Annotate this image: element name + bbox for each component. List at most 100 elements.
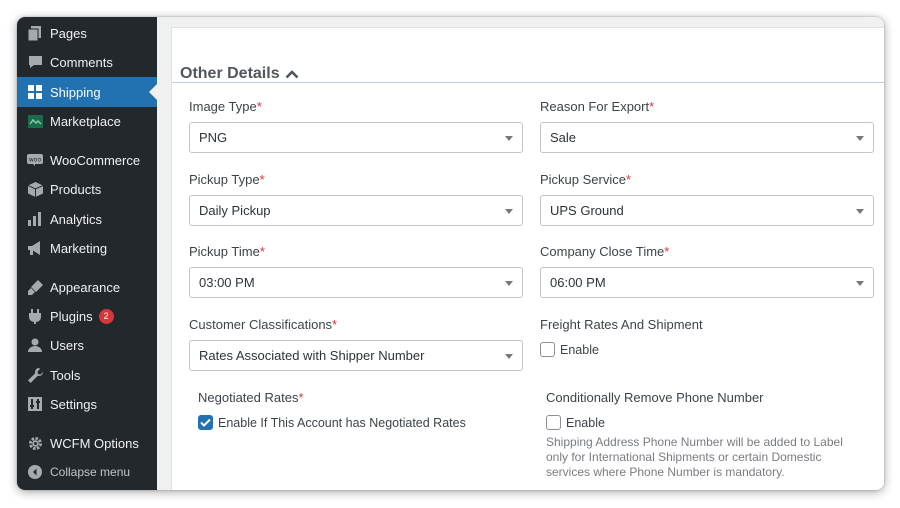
freight-rates-label: Freight Rates And Shipment bbox=[540, 317, 703, 332]
negotiated-rates-label: Negotiated Rates* bbox=[198, 390, 304, 405]
dropdown-caret-icon bbox=[856, 281, 864, 286]
dropdown-caret-icon bbox=[505, 281, 513, 286]
checkbox-label: Enable bbox=[566, 415, 605, 430]
checkbox-label: Enable If This Account has Negotiated Ra… bbox=[218, 415, 466, 430]
section-header[interactable]: Other Details bbox=[180, 65, 299, 83]
negotiated-rates-enable[interactable]: Enable If This Account has Negotiated Ra… bbox=[198, 415, 466, 430]
required-marker: * bbox=[664, 244, 670, 259]
sidebar-item-plugins[interactable]: Plugins 2 bbox=[17, 301, 157, 331]
collapse-menu-button[interactable]: Collapse menu bbox=[17, 457, 157, 487]
sidebar-item-analytics[interactable]: Analytics bbox=[17, 204, 157, 234]
sidebar-item-woocommerce[interactable]: woo WooCommerce bbox=[17, 145, 157, 175]
select-value: Rates Associated with Shipper Number bbox=[199, 348, 425, 363]
freight-rates-enable[interactable]: Enable bbox=[540, 342, 599, 357]
sidebar-item-label: Marketing bbox=[50, 240, 108, 256]
pages-icon bbox=[27, 25, 43, 41]
sidebar-item-label: Analytics bbox=[50, 211, 103, 227]
required-marker: * bbox=[256, 99, 262, 114]
sidebar-item-comments[interactable]: Comments bbox=[17, 47, 157, 77]
marketplace-icon bbox=[27, 113, 43, 129]
sidebar-item-label: Collapse menu bbox=[50, 465, 131, 479]
sidebar-item-shipping[interactable]: Shipping bbox=[17, 77, 157, 107]
products-icon bbox=[27, 181, 43, 197]
sidebar-item-tools[interactable]: Tools bbox=[17, 360, 157, 390]
customer-classifications-label: Customer Classifications* bbox=[189, 317, 338, 332]
pickup-time-label: Pickup Time* bbox=[189, 244, 265, 259]
collapse-icon bbox=[27, 464, 43, 480]
pickup-service-select[interactable]: UPS Ground bbox=[540, 195, 874, 226]
sidebar-item-label: WCFM Options bbox=[50, 435, 139, 451]
shipping-grid-icon bbox=[27, 84, 43, 100]
select-value: UPS Ground bbox=[550, 203, 624, 218]
sidebar-item-settings[interactable]: Settings bbox=[17, 389, 157, 419]
pickup-type-select[interactable]: Daily Pickup bbox=[189, 195, 523, 226]
sidebar-item-wcfm-options[interactable]: WCFM Options bbox=[17, 428, 157, 458]
sidebar-item-marketplace[interactable]: Marketplace bbox=[17, 106, 157, 136]
remove-phone-help-text: Shipping Address Phone Number will be ad… bbox=[546, 435, 866, 480]
sidebar-item-label: Products bbox=[50, 181, 102, 197]
required-marker: * bbox=[625, 172, 632, 187]
company-close-time-select[interactable]: 06:00 PM bbox=[540, 267, 874, 298]
sidebar-item-users[interactable]: Users bbox=[17, 330, 157, 360]
help-line: Shipping Address Phone Number will be ad… bbox=[546, 435, 843, 449]
sidebar-item-label: Shipping bbox=[50, 84, 101, 100]
main-content: Other Details Image Type* PNG Reason For… bbox=[157, 17, 884, 490]
image-type-label: Image Type* bbox=[189, 99, 262, 114]
required-marker: * bbox=[332, 317, 338, 332]
pickup-type-label: Pickup Type* bbox=[189, 172, 265, 187]
sidebar-item-appearance[interactable]: Appearance bbox=[17, 272, 157, 302]
customer-classifications-select[interactable]: Rates Associated with Shipper Number bbox=[189, 340, 523, 371]
reason-for-export-label: Reason For Export* bbox=[540, 99, 655, 114]
woocommerce-icon: woo bbox=[27, 152, 43, 168]
reason-for-export-select[interactable]: Sale bbox=[540, 122, 874, 153]
sidebar-item-label: WooCommerce bbox=[50, 152, 141, 168]
help-line: only for International Shipments or cert… bbox=[546, 450, 822, 464]
dropdown-caret-icon bbox=[505, 136, 513, 141]
sidebar-item-marketing[interactable]: Marketing bbox=[17, 233, 157, 263]
sidebar-item-label: Tools bbox=[50, 367, 81, 383]
sidebar-item-label: Comments bbox=[50, 54, 113, 70]
comments-icon bbox=[27, 54, 43, 70]
freight-rates-checkbox[interactable] bbox=[540, 342, 555, 357]
select-value: PNG bbox=[199, 130, 228, 145]
chevron-up-icon[interactable] bbox=[285, 69, 299, 79]
select-value: 06:00 PM bbox=[550, 275, 606, 290]
checkbox-label: Enable bbox=[560, 342, 599, 357]
dropdown-caret-icon bbox=[505, 209, 513, 214]
users-icon bbox=[27, 337, 43, 353]
svg-text:woo: woo bbox=[29, 157, 42, 164]
dropdown-caret-icon bbox=[856, 136, 864, 141]
required-marker: * bbox=[259, 172, 265, 187]
remove-phone-enable[interactable]: Enable bbox=[546, 415, 605, 430]
remove-phone-checkbox[interactable] bbox=[546, 415, 561, 430]
sidebar-item-products[interactable]: Products bbox=[17, 174, 157, 204]
required-marker: * bbox=[298, 390, 304, 405]
select-value: Daily Pickup bbox=[199, 203, 271, 218]
sidebar-item-label: Plugins bbox=[50, 308, 93, 324]
pickup-time-select[interactable]: 03:00 PM bbox=[189, 267, 523, 298]
section-title: Other Details bbox=[180, 65, 280, 82]
checkmark-icon bbox=[200, 418, 211, 427]
sidebar-item-label: Pages bbox=[50, 25, 87, 41]
plugins-icon bbox=[27, 308, 43, 324]
sidebar-item-pages[interactable]: Pages bbox=[17, 18, 157, 48]
remove-phone-label: Conditionally Remove Phone Number bbox=[546, 390, 764, 405]
required-marker: * bbox=[259, 244, 265, 259]
plugins-update-badge: 2 bbox=[98, 308, 114, 324]
app-window: Pages Comments Shipping Marketplace woo … bbox=[17, 17, 884, 490]
tools-icon bbox=[27, 367, 43, 383]
negotiated-rates-checkbox[interactable] bbox=[198, 415, 213, 430]
section-divider bbox=[172, 82, 884, 83]
appearance-icon bbox=[27, 279, 43, 295]
sidebar-item-label: Users bbox=[50, 337, 84, 353]
pickup-service-label: Pickup Service* bbox=[540, 172, 632, 187]
company-close-time-label: Company Close Time* bbox=[540, 244, 670, 259]
other-details-panel: Other Details Image Type* PNG Reason For… bbox=[171, 27, 884, 490]
image-type-select[interactable]: PNG bbox=[189, 122, 523, 153]
sidebar-item-label: Marketplace bbox=[50, 113, 121, 129]
required-marker: * bbox=[649, 99, 655, 114]
marketing-icon bbox=[27, 240, 43, 256]
sidebar-item-label: Settings bbox=[50, 396, 97, 412]
analytics-icon bbox=[27, 211, 43, 227]
select-value: 03:00 PM bbox=[199, 275, 255, 290]
